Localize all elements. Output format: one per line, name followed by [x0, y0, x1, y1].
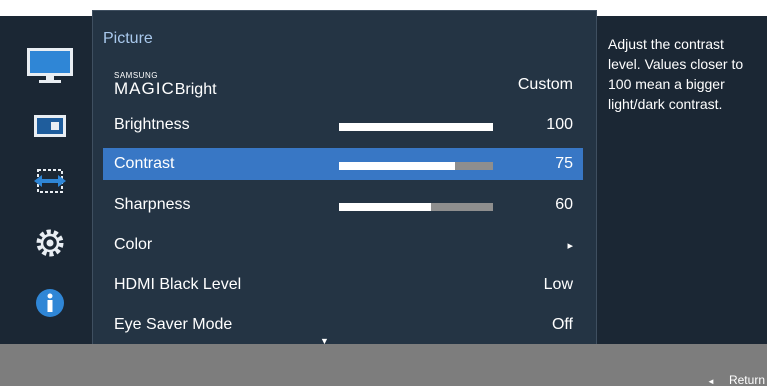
- bottom-guide-bar: [0, 344, 767, 386]
- menu-item-contrast[interactable]: Contrast 75: [103, 148, 583, 180]
- return-label: Return: [728, 373, 765, 387]
- menu-item-color[interactable]: Color ▸: [103, 229, 583, 261]
- submenu-arrow-icon: ▸: [567, 240, 573, 252]
- contrast-value: 75: [555, 155, 573, 172]
- menu-item-sharpness[interactable]: Sharpness 60: [103, 189, 583, 221]
- contrast-slider[interactable]: [339, 162, 493, 170]
- sharpness-slider-fill: [339, 203, 432, 211]
- menu-item-eye-saver-mode[interactable]: Eye Saver Mode Off: [103, 309, 583, 341]
- hdmi-black-level-label: HDMI Black Level: [114, 276, 242, 293]
- contrast-slider-fill: [339, 162, 455, 170]
- contrast-label: Contrast: [114, 155, 175, 172]
- onscreen-display-icon[interactable]: [24, 114, 76, 138]
- brightness-slider[interactable]: [339, 123, 493, 131]
- picture-monitor-icon[interactable]: [24, 46, 76, 86]
- help-text: Adjust the contrast level. Values closer…: [608, 36, 744, 112]
- bright-label: Bright: [174, 81, 217, 98]
- magic-bright-value: Custom: [517, 76, 573, 93]
- brightness-value: 100: [546, 116, 573, 133]
- sharpness-label: Sharpness: [114, 196, 191, 213]
- information-icon[interactable]: [24, 288, 76, 318]
- color-label: Color: [114, 236, 153, 253]
- position-arrows-icon[interactable]: [24, 166, 76, 196]
- category-sidebar: [0, 16, 92, 344]
- eye-saver-mode-value: Off: [551, 316, 573, 333]
- return-arrow-icon: ◄: [707, 377, 715, 386]
- magic-wordmark: MAGIC: [114, 79, 175, 98]
- brightness-label: Brightness: [114, 116, 190, 133]
- menu-item-hdmi-black-level[interactable]: HDMI Black Level Low: [103, 269, 583, 301]
- return-button[interactable]: ◄ Return: [707, 373, 765, 387]
- settings-gear-icon[interactable]: [24, 228, 76, 258]
- sharpness-slider[interactable]: [339, 203, 493, 211]
- menu-item-brightness[interactable]: Brightness 100: [103, 109, 583, 141]
- menu-title: Picture: [103, 30, 153, 47]
- eye-saver-mode-label: Eye Saver Mode: [114, 316, 233, 333]
- picture-menu-panel: Picture SAMSUNG MAGICBright Custom Brigh…: [92, 10, 597, 354]
- osd-screen: Picture SAMSUNG MAGICBright Custom Brigh…: [0, 0, 767, 387]
- menu-item-magic-bright[interactable]: SAMSUNG MAGICBright Custom: [103, 69, 583, 101]
- hdmi-black-level-value: Low: [543, 276, 573, 293]
- brightness-slider-fill: [339, 123, 493, 131]
- sharpness-value: 60: [555, 196, 573, 213]
- magic-bright-label: SAMSUNG MAGICBright: [114, 72, 217, 99]
- help-panel: Adjust the contrast level. Values closer…: [598, 16, 767, 344]
